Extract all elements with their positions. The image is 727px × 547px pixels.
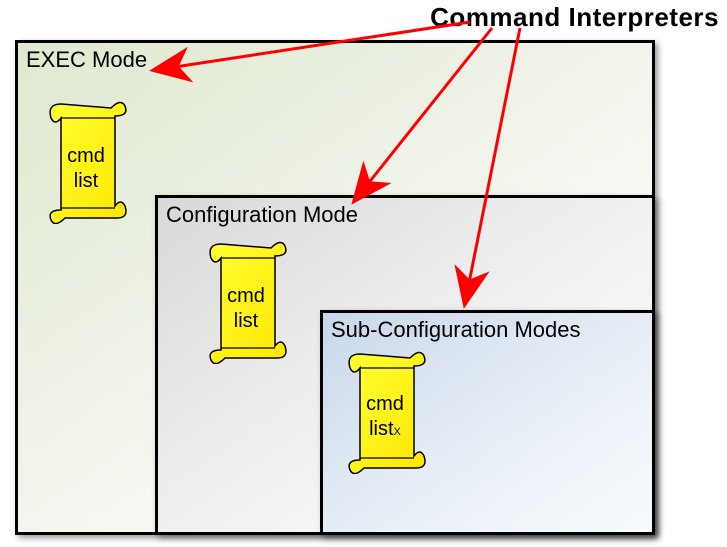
cmd-list-text: cmd list: [203, 284, 289, 334]
cmd-list-scroll-config: cmd list: [203, 240, 289, 369]
diagram-title: Command Interpreters: [430, 2, 719, 33]
cmd-list-text: cmd list: [43, 144, 129, 194]
cmd-list-scroll-sub: cmd listX: [342, 350, 428, 479]
configuration-mode-label: Configuration Mode: [166, 202, 358, 228]
cmd-list-scroll-exec: cmd list: [43, 100, 129, 229]
cmd-list-text: cmd listX: [342, 392, 428, 442]
exec-mode-label: EXEC Mode: [26, 47, 147, 73]
sub-configuration-mode-label: Sub-Configuration Modes: [331, 317, 580, 343]
